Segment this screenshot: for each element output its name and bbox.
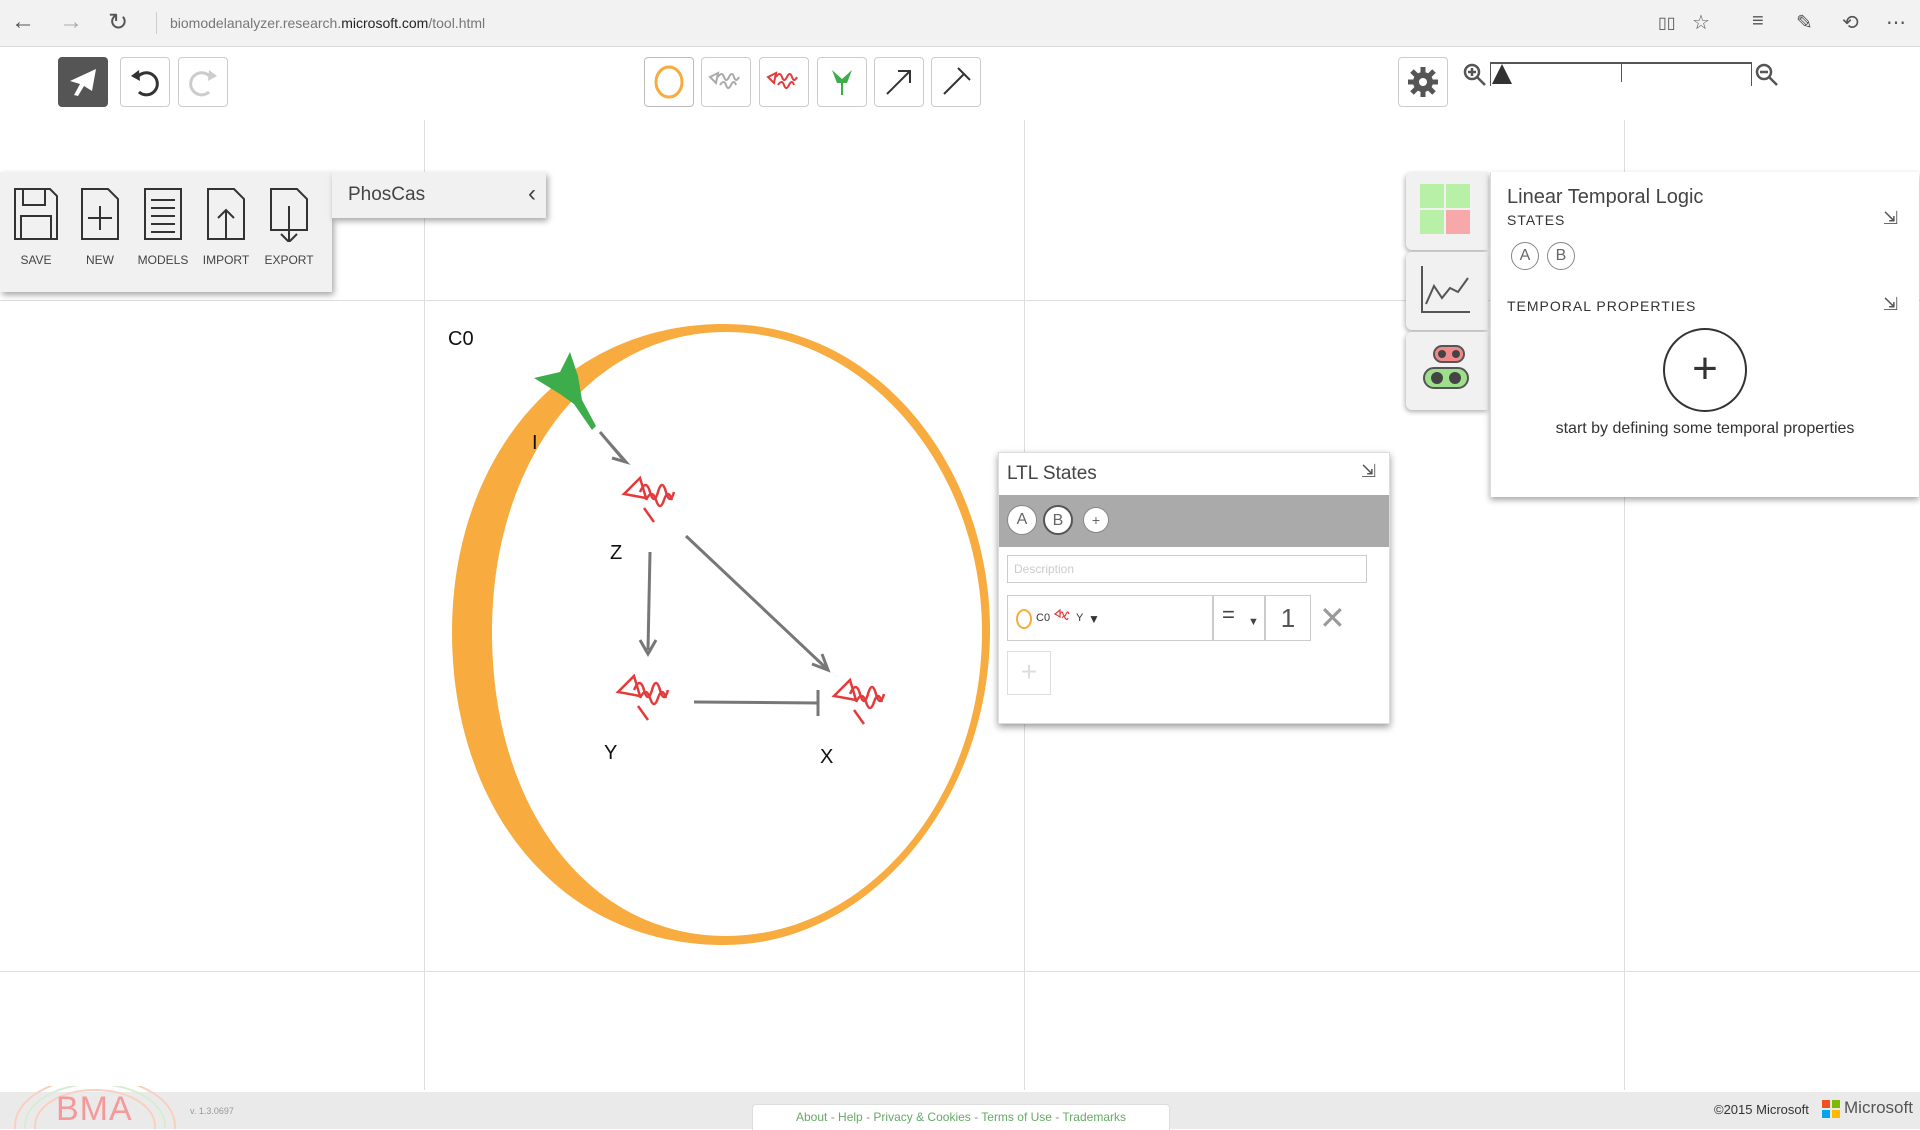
expand-temporal-icon[interactable]: ⇲ [1883, 294, 1898, 315]
state-b[interactable]: B [1547, 242, 1575, 270]
delete-row-icon[interactable]: ✕ [1319, 599, 1346, 637]
line-graph-icon [1421, 266, 1470, 313]
ltl-states-window: LTL States ⇲ A B + Description C0 Y ▼ = … [998, 452, 1390, 724]
cell-icon [1016, 609, 1032, 629]
state-a[interactable]: A [1511, 242, 1539, 270]
expand-states-icon[interactable]: ⇲ [1883, 208, 1898, 229]
value-field[interactable]: 1 [1265, 595, 1311, 641]
microsoft-logo-icon [1822, 1100, 1840, 1118]
simulation-tab[interactable] [1406, 252, 1488, 330]
operator-selector[interactable]: = ▼ [1213, 595, 1265, 641]
formula-container: C0 [1036, 612, 1051, 624]
bma-logo: BMA [56, 1090, 133, 1128]
operator-value: = [1222, 602, 1235, 627]
copyright: ©2015 Microsoft [1714, 1102, 1809, 1117]
add-formula-row-button[interactable]: + [1007, 651, 1051, 695]
footer-links: About - Help - Privacy & Cookies - Terms… [752, 1104, 1170, 1130]
arrow-Z-to-Y [646, 551, 652, 651]
proof-tab[interactable] [1406, 172, 1488, 250]
formula-variable: Y [1076, 612, 1084, 624]
terms-link[interactable]: Terms of Use [981, 1110, 1052, 1124]
variable-label-z: Z [610, 542, 623, 564]
add-state-button[interactable]: + [1083, 507, 1109, 533]
ltl-tab[interactable] [1406, 332, 1488, 410]
description-field[interactable]: Description [1007, 555, 1367, 583]
variable-label-x: X [820, 746, 834, 768]
help-link[interactable]: Help [838, 1110, 863, 1124]
privacy-link[interactable]: Privacy & Cookies [873, 1110, 970, 1124]
variable-label-y: Y [604, 742, 618, 764]
temporal-hint: start by defining some temporal properti… [1555, 420, 1855, 437]
trademarks-link[interactable]: Trademarks [1062, 1110, 1126, 1124]
state-tabs-bar: A B + [999, 495, 1389, 547]
about-link[interactable]: About [796, 1110, 827, 1124]
microsoft-brand: Microsoft [1844, 1098, 1913, 1117]
state-tab-b[interactable]: B [1043, 505, 1073, 535]
state-tab-a[interactable]: A [1007, 505, 1037, 535]
receptor-label: I [532, 432, 538, 454]
ltl-toggle-icon [1423, 345, 1469, 389]
variable-red-icon [1054, 608, 1070, 621]
model-canvas[interactable] [0, 0, 1920, 1129]
version-label: v. 1.3.0697 [190, 1106, 234, 1116]
ltl-panel: Linear Temporal Logic STATES ⇲ A B TEMPO… [1490, 172, 1919, 497]
states-heading: STATES [1507, 212, 1566, 228]
add-temporal-property-button[interactable]: + [1663, 328, 1747, 412]
inhibit-Y-to-X [693, 700, 819, 705]
ltl-states-title: LTL States [1007, 463, 1097, 484]
dropdown-arrow-icon[interactable]: ▼ [1248, 616, 1259, 628]
container-label: C0 [448, 328, 474, 350]
collapse-window-icon[interactable]: ⇲ [1361, 461, 1376, 482]
ltl-panel-title: Linear Temporal Logic [1507, 186, 1704, 208]
temporal-properties-heading: TEMPORAL PROPERTIES [1507, 298, 1697, 314]
dropdown-arrow-icon[interactable]: ▼ [1088, 612, 1100, 626]
formula-variable-selector[interactable]: C0 Y ▼ [1007, 595, 1213, 641]
proof-grid-icon [1420, 184, 1470, 234]
